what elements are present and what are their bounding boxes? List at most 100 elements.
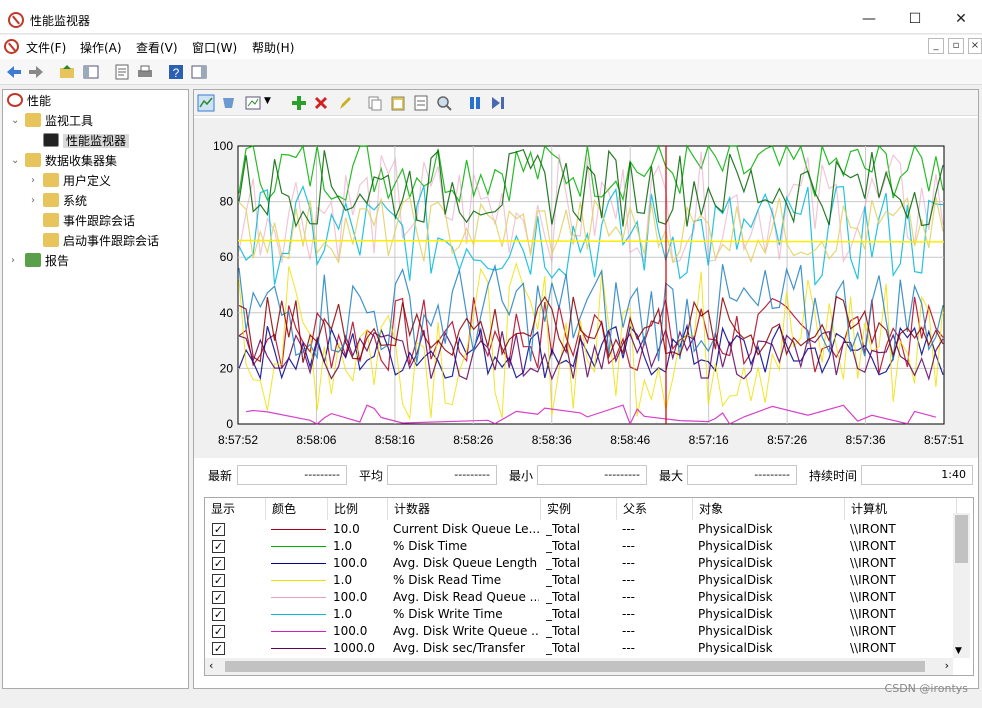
- column-header-show[interactable]: 显示: [205, 498, 266, 520]
- tree-item-performance[interactable]: 性能: [7, 91, 51, 111]
- tree-item-user-defined[interactable]: 用户定义: [43, 171, 111, 191]
- collapse-arrow-icon[interactable]: ⌄: [11, 155, 19, 166]
- show-checkbox[interactable]: ✓: [212, 608, 225, 621]
- system-menu-icon[interactable]: [4, 39, 19, 54]
- table-row[interactable]: ✓ 1000.0 Avg. Disk sec/Transfer _Total --- Ph…: [205, 640, 955, 657]
- tree-item-monitoring-tools[interactable]: 监视工具: [25, 111, 93, 131]
- computer-cell: \\IRONT: [850, 573, 896, 587]
- instance-cell: _Total: [546, 624, 581, 638]
- table-row[interactable]: ✓ 100.0 Avg. Disk Read Queue ... _Total --- P…: [205, 589, 955, 606]
- scroll-left-arrow-icon[interactable]: ‹: [209, 659, 213, 672]
- computer-cell: \\IRONT: [850, 539, 896, 553]
- close-button[interactable]: ✕: [938, 6, 982, 34]
- properties-icon[interactable]: [113, 63, 131, 81]
- folder-icon: [43, 213, 59, 227]
- column-header-counter[interactable]: 计数器: [388, 498, 541, 520]
- minimize-button[interactable]: —: [846, 6, 892, 34]
- menu-window[interactable]: 窗口(W): [192, 39, 237, 56]
- tree-item-performance-monitor[interactable]: 性能监视器: [43, 131, 130, 151]
- child-restore-button[interactable]: ▫: [948, 38, 964, 54]
- view-current-activity-icon[interactable]: [197, 94, 215, 112]
- maximize-button[interactable]: ☐: [892, 6, 938, 34]
- show-hide-console-tree-icon[interactable]: [82, 63, 100, 81]
- minimum-label: 最小: [509, 469, 534, 483]
- average-value: ---------: [387, 465, 497, 485]
- tree-item-data-collector-sets[interactable]: 数据收集器集: [25, 151, 117, 171]
- column-header-instance[interactable]: 实例: [541, 498, 617, 520]
- back-arrow-icon[interactable]: [5, 63, 23, 81]
- graph-icon: [43, 133, 59, 147]
- scale-cell: 1000.0: [333, 641, 375, 655]
- menu-action[interactable]: 操作(A): [80, 39, 122, 56]
- horizontal-scrollbar[interactable]: ‹ ›: [205, 658, 953, 675]
- table-row[interactable]: ✓ 1.0 % Disk Read Time _Total --- PhysicalDis…: [205, 572, 955, 589]
- tree-item-startup-event-trace-sessions[interactable]: 启动事件跟踪会话: [43, 231, 159, 251]
- y-tick-label: 100: [213, 139, 233, 153]
- menu-view[interactable]: 查看(V): [136, 39, 178, 56]
- plot-area: [237, 145, 945, 425]
- show-checkbox[interactable]: ✓: [212, 625, 225, 638]
- column-header-computer[interactable]: 计算机: [845, 498, 957, 520]
- up-folder-icon[interactable]: [58, 63, 76, 81]
- update-data-icon[interactable]: [489, 94, 507, 112]
- forward-arrow-icon[interactable]: [27, 63, 45, 81]
- object-cell: PhysicalDisk: [698, 573, 773, 587]
- paste-counter-list-icon[interactable]: [389, 94, 407, 112]
- tree-item-reports[interactable]: 报告: [25, 251, 69, 271]
- performance-graph[interactable]: 0 20 40 60 80 100 8:57:52 8:58:06 8:58:16 8:58:26…: [194, 118, 978, 458]
- zoom-icon[interactable]: [435, 94, 453, 112]
- change-graph-type-icon[interactable]: [244, 94, 262, 112]
- tree-item-label: 性能监视器: [63, 134, 130, 148]
- table-row[interactable]: ✓ 1.0 % Disk Time _Total --- PhysicalDisk \\IR…: [205, 538, 955, 555]
- action-pane-icon[interactable]: [190, 63, 208, 81]
- column-header-parent[interactable]: 父系: [617, 498, 693, 520]
- counter-cell: % Disk Read Time: [393, 573, 502, 587]
- table-row[interactable]: ✓ 100.0 Avg. Disk Queue Length _Total --- Phy…: [205, 555, 955, 572]
- copy-properties-icon[interactable]: [366, 94, 384, 112]
- expand-arrow-icon[interactable]: ›: [11, 255, 15, 266]
- add-counter-icon[interactable]: [290, 94, 308, 112]
- tree-item-system[interactable]: 系统: [43, 191, 87, 211]
- collapse-arrow-icon[interactable]: ⌄: [11, 115, 19, 126]
- view-log-data-icon[interactable]: [220, 94, 238, 112]
- column-header-color[interactable]: 颜色: [266, 498, 328, 520]
- freeze-display-icon[interactable]: [466, 94, 484, 112]
- color-swatch: [271, 529, 326, 530]
- system-folder-icon: [43, 193, 59, 207]
- help-icon[interactable]: ?: [167, 63, 185, 81]
- print-icon[interactable]: [136, 63, 154, 81]
- expand-arrow-icon[interactable]: ›: [31, 195, 35, 206]
- vertical-scrollbar[interactable]: ▼: [953, 513, 970, 658]
- dropdown-arrow-icon[interactable]: ▼: [264, 96, 271, 106]
- highlight-icon[interactable]: [336, 94, 354, 112]
- table-row[interactable]: ✓ 1.0 % Disk Write Time _Total --- PhysicalDi…: [205, 606, 955, 623]
- scrollbar-thumb[interactable]: [955, 515, 968, 563]
- parent-cell: ---: [622, 590, 635, 604]
- instance-cell: _Total: [546, 590, 581, 604]
- menu-file[interactable]: 文件(F): [26, 39, 66, 56]
- main-toolbar: ?: [0, 59, 982, 85]
- counter-list: 显示 颜色 比例 计数器 实例 父系 对象 计算机 ✓ 10.0 Current D…: [204, 497, 974, 676]
- delete-counter-icon[interactable]: [312, 94, 330, 112]
- show-checkbox[interactable]: ✓: [212, 574, 225, 587]
- scroll-right-arrow-icon[interactable]: ›: [945, 659, 949, 672]
- table-row[interactable]: ✓ 10.0 Current Disk Queue Le... _Total --- Ph…: [205, 521, 955, 538]
- menu-help[interactable]: 帮助(H): [252, 39, 294, 56]
- x-tick-label: 8:58:36: [532, 433, 572, 447]
- scrollbar-thumb[interactable]: [225, 661, 925, 672]
- show-checkbox[interactable]: ✓: [212, 523, 225, 536]
- column-header-object[interactable]: 对象: [693, 498, 845, 520]
- table-row[interactable]: ✓ 100.0 Avg. Disk Write Queue ... _Total ---…: [205, 623, 955, 640]
- average-label: 平均: [359, 469, 384, 483]
- scroll-down-arrow-icon[interactable]: ▼: [955, 646, 962, 656]
- properties-icon[interactable]: [412, 94, 430, 112]
- show-checkbox[interactable]: ✓: [212, 642, 225, 655]
- column-header-scale[interactable]: 比例: [328, 498, 388, 520]
- tree-item-event-trace-sessions[interactable]: 事件跟踪会话: [43, 211, 135, 231]
- show-checkbox[interactable]: ✓: [212, 540, 225, 553]
- show-checkbox[interactable]: ✓: [212, 591, 225, 604]
- child-minimize-button[interactable]: _: [928, 38, 944, 54]
- show-checkbox[interactable]: ✓: [212, 557, 225, 570]
- child-close-button[interactable]: ×: [968, 38, 982, 54]
- expand-arrow-icon[interactable]: ›: [31, 175, 35, 186]
